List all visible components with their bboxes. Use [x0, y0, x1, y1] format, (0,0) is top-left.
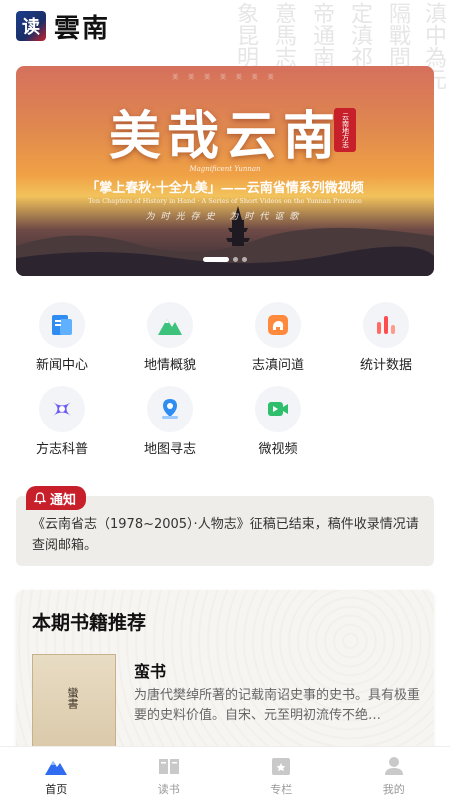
- banner-english-subtitle: Ten Chapters of History in Hand · A Seri…: [88, 197, 362, 205]
- banner-english-title: Magnificent Yunnan: [189, 165, 261, 173]
- notice-tag-label: 通知: [50, 492, 77, 508]
- news-icon: [39, 302, 85, 348]
- banner-subtitle: 「掌上春秋·十全九美」——云南省情系列微视频: [86, 181, 364, 196]
- banner-top-line: 美 美 美 美 美 美 美: [172, 74, 278, 81]
- tab-label: 专栏: [270, 783, 293, 796]
- video-icon: [255, 386, 301, 432]
- feature-label: 地情概貌: [143, 358, 196, 373]
- tab-column[interactable]: 专栏: [225, 747, 338, 800]
- column-icon: [269, 755, 293, 777]
- tab-home[interactable]: 首页: [0, 747, 113, 800]
- feature-map[interactable]: 地图寻志: [124, 386, 216, 466]
- bell-icon: [34, 492, 46, 504]
- bar-chart-icon: [363, 302, 409, 348]
- user-icon: [382, 755, 406, 777]
- app-header: 读 雲南: [16, 8, 110, 44]
- book-cover-title: 蠻書: [66, 687, 79, 709]
- feature-label: 统计数据: [359, 358, 412, 373]
- notice-tag: 通知: [26, 486, 87, 510]
- calligraphy-column: 象昆明: [233, 2, 258, 68]
- banner-title: 美哉云南: [108, 106, 341, 167]
- book-cover-image[interactable]: 蠻書: [32, 654, 116, 760]
- science-icon: [39, 386, 85, 432]
- carousel-dot[interactable]: [233, 257, 238, 262]
- carousel-dot[interactable]: [242, 257, 247, 262]
- app-name: 雲南: [54, 13, 111, 44]
- tab-label: 我的: [382, 783, 405, 796]
- elephant-icon: [255, 302, 301, 348]
- book-title[interactable]: 蛮书: [134, 658, 166, 682]
- feature-geography[interactable]: 地情概貌: [124, 302, 216, 382]
- feature-statistics[interactable]: 统计数据: [340, 302, 432, 382]
- carousel-dot-active[interactable]: [203, 257, 229, 262]
- tab-profile[interactable]: 我的: [338, 747, 450, 800]
- feature-label: 志滇问道: [251, 358, 304, 373]
- tab-label: 读书: [157, 783, 180, 796]
- bottom-tab-bar: 首页 读书 专栏 我的: [0, 746, 450, 800]
- carousel-indicator: [16, 257, 434, 262]
- feature-news[interactable]: 新闻中心: [16, 302, 108, 382]
- feature-label: 方志科普: [35, 442, 88, 457]
- book-icon: [157, 755, 181, 777]
- calligraphy-column: 隔戰問: [385, 2, 410, 68]
- banner-slogan: 为时光存史 为时代讴歌: [145, 212, 305, 222]
- app-logo-icon: 读: [16, 11, 46, 41]
- feature-video[interactable]: 微视频: [232, 386, 324, 466]
- notice-card[interactable]: 通知 《云南省志（1978~2005）·人物志》征稿已结束，稿件收录情况请查阅邮…: [16, 486, 434, 566]
- calligraphy-column: 意馬志: [271, 2, 296, 68]
- calligraphy-column: 定滇祁: [347, 2, 372, 68]
- promo-banner[interactable]: 美 美 美 美 美 美 美 美哉云南 云南地方志 Magnificent Yun…: [16, 66, 434, 276]
- logo-char: 读: [22, 17, 40, 38]
- book-description: 为唐代樊绰所著的记载南诏史事的史书。具有极重要的史料价值。自宋、元至明初流传不绝…: [134, 688, 421, 723]
- tab-label: 首页: [45, 783, 68, 796]
- feature-label: 新闻中心: [35, 358, 88, 373]
- home-icon: [44, 755, 68, 777]
- tab-reading[interactable]: 读书: [113, 747, 226, 800]
- section-title: 本期书籍推荐: [32, 612, 147, 634]
- feature-inquiry[interactable]: 志滇问道: [232, 302, 324, 382]
- book-recommendation-card: 本期书籍推荐 蠻書 蛮书 为唐代樊绰所著的记载南诏史事的史书。具有极重要的史料价…: [16, 590, 434, 760]
- notice-text[interactable]: 《云南省志（1978~2005）·人物志》征稿已结束，稿件收录情况请查阅邮箱。: [32, 514, 424, 556]
- mountain-icon: [147, 302, 193, 348]
- feature-label: 微视频: [258, 442, 298, 457]
- map-pin-icon: [147, 386, 193, 432]
- banner-seal: 云南地方志: [334, 108, 356, 152]
- feature-science[interactable]: 方志科普: [16, 386, 108, 466]
- calligraphy-column: 帝通南: [309, 2, 334, 68]
- feature-label: 地图寻志: [143, 442, 196, 457]
